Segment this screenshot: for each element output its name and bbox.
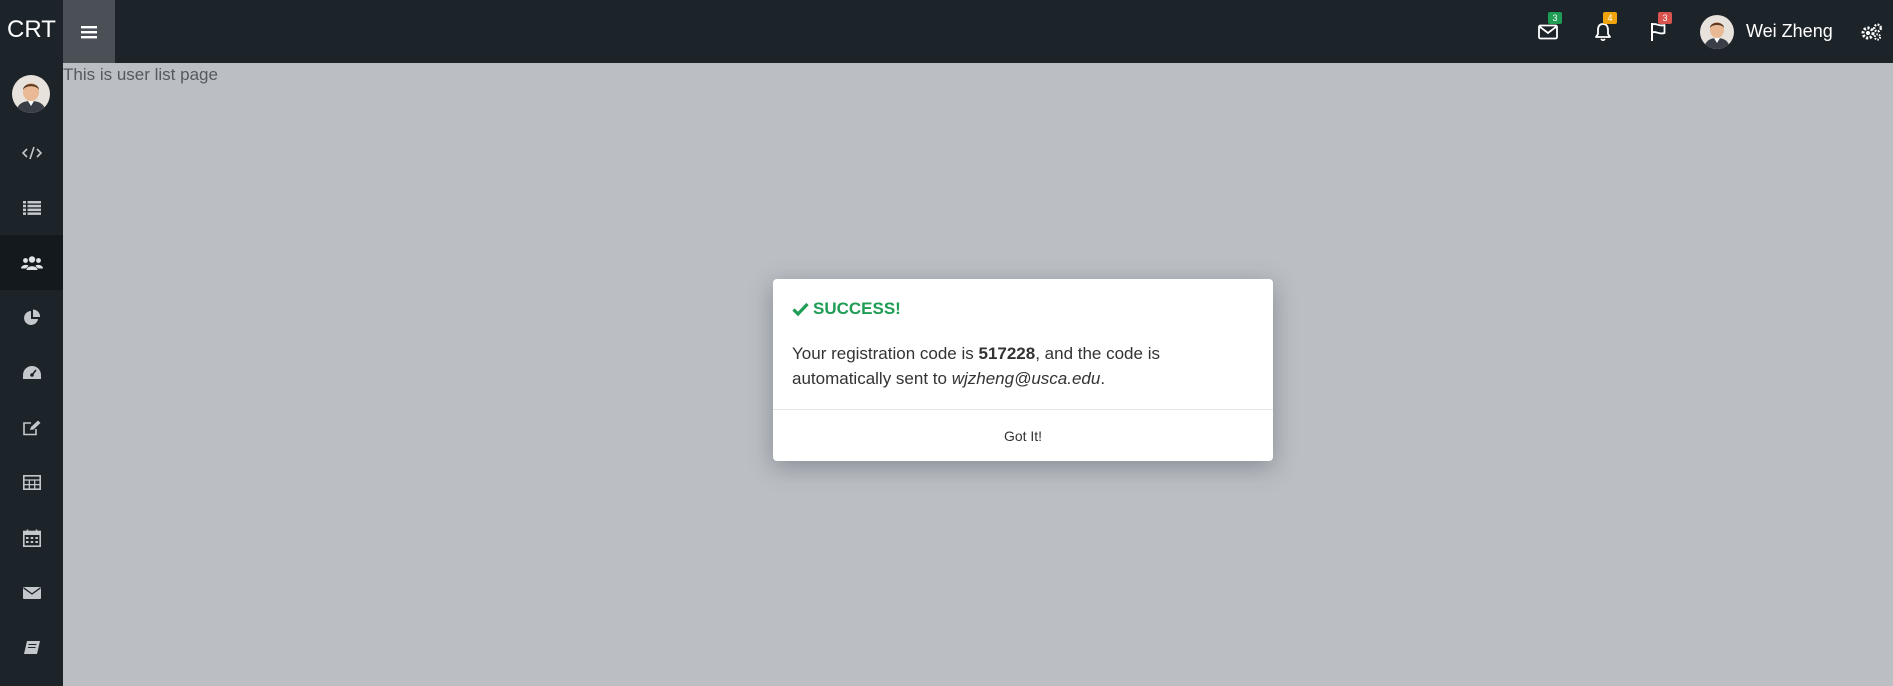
email-address: wjzheng@usca.edu (951, 369, 1101, 388)
envelope-icon (22, 586, 41, 599)
bell-icon (1595, 22, 1611, 41)
sidebar-item-code[interactable] (0, 125, 63, 180)
book-icon (23, 640, 40, 654)
sidebar-item-charts[interactable] (0, 290, 63, 345)
sidebar (0, 63, 63, 686)
success-dialog: SUCCESS! Your registration code is 51722… (773, 279, 1273, 461)
settings-button[interactable] (1852, 0, 1892, 63)
users-icon (20, 255, 43, 270)
checkmark-icon (792, 302, 809, 316)
sidebar-item-users[interactable] (0, 235, 63, 290)
brand-logo[interactable]: CRT (0, 0, 63, 63)
user-name: Wei Zheng (1746, 21, 1833, 41)
user-menu[interactable]: Wei Zheng (1700, 0, 1833, 63)
notifications-button[interactable]: 4 (1583, 0, 1623, 63)
sidebar-item-table[interactable] (0, 455, 63, 510)
envelope-icon (1538, 24, 1558, 39)
dashboard-icon (22, 365, 41, 379)
calendar-icon (22, 529, 41, 547)
dialog-title: SUCCESS! (792, 299, 901, 319)
sidebar-toggle-button[interactable] (63, 0, 115, 63)
table-icon (22, 475, 41, 490)
dialog-title-text: SUCCESS! (813, 299, 901, 318)
sidebar-item-calendar[interactable] (0, 510, 63, 565)
sidebar-avatar[interactable] (12, 75, 50, 113)
messages-button[interactable]: 3 (1528, 0, 1568, 63)
code-icon (21, 146, 42, 159)
got-it-button[interactable]: Got It! (773, 410, 1273, 461)
sidebar-item-book[interactable] (0, 620, 63, 675)
flags-badge: 3 (1658, 12, 1672, 24)
list-icon (22, 200, 41, 215)
sidebar-item-mail[interactable] (0, 565, 63, 620)
flags-button[interactable]: 3 (1638, 0, 1678, 63)
top-navbar: CRT 3 4 3 Wei Zheng (0, 0, 1893, 63)
user-avatar (1700, 14, 1734, 49)
message-suffix: . (1100, 369, 1106, 388)
hamburger-icon (81, 25, 97, 38)
message-prefix: Your registration code is (792, 344, 979, 363)
sidebar-item-list[interactable] (0, 180, 63, 235)
registration-code: 517228 (978, 344, 1036, 363)
gears-icon (1861, 23, 1882, 41)
edit-icon (22, 420, 40, 435)
sidebar-item-edit[interactable] (0, 400, 63, 455)
sidebar-item-dashboard[interactable] (0, 345, 63, 400)
flag-icon (1651, 22, 1666, 41)
messages-badge: 3 (1548, 12, 1562, 24)
pie-chart-icon (23, 308, 40, 325)
modal-backdrop[interactable]: SUCCESS! Your registration code is 51722… (63, 63, 1893, 686)
dialog-message: Your registration code is 517228, and th… (792, 341, 1257, 391)
notifications-badge: 4 (1603, 12, 1617, 24)
